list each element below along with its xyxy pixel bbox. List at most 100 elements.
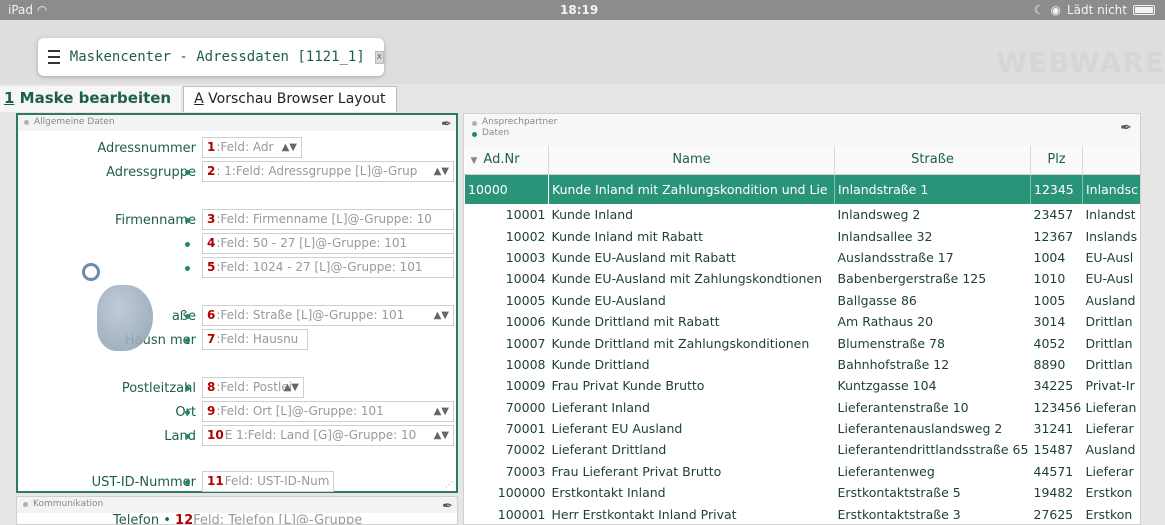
required-dot: [185, 242, 190, 247]
pin-icon[interactable]: ✒: [441, 117, 452, 132]
tab-bar: 1 Maske bearbeiten A Vorschau Browser La…: [0, 86, 399, 112]
table-row[interactable]: 10009 Frau Privat Kunde Brutto Kuntzgasse …: [465, 375, 1141, 396]
table-cell: Lieferant Drittland: [551, 442, 667, 458]
table-row[interactable]: 10006 Kunde Drittland mit Rabatt Am Rathau…: [465, 311, 1141, 332]
close-window-button[interactable]: x: [374, 50, 384, 64]
sort-triangle-icon: ▼: [470, 156, 478, 167]
table-row[interactable]: 10000 Kunde Inland mit Zahlungskondition …: [464, 173, 1140, 205]
form-row-firmenname: Firmenname 3:Feld: Firmenname [L]@-Grupp…: [18, 209, 458, 231]
moon-icon: ☾: [1033, 3, 1045, 17]
column-header-extra[interactable]: [1082, 146, 1140, 175]
section-daten[interactable]: Daten: [482, 128, 509, 138]
field-firmenname[interactable]: 3:Feld: Firmenname [L]@-Gruppe: 10: [202, 209, 454, 230]
required-dot: [185, 434, 190, 439]
table-header-row: ▼ Ad.Nr Name Straße Plz: [464, 146, 1140, 175]
table-cell: 12367: [1033, 228, 1074, 244]
form-row-adressnummer: Adressnummer 1:Feld: Adr ▲▼: [18, 137, 458, 159]
table-cell: Babenbergerstraße 125: [837, 271, 987, 287]
column-header-plz[interactable]: Plz: [1030, 146, 1083, 175]
column-header-adnr[interactable]: ▼ Ad.Nr: [464, 146, 549, 175]
required-dot: [185, 410, 190, 415]
spinner-icon[interactable]: ▲▼: [434, 402, 449, 421]
field-adressgruppe[interactable]: 2: 1:Feld: Adressgruppe [L]@-Grup ▲▼: [202, 161, 454, 182]
table-cell: Kunde Drittland: [551, 356, 650, 372]
form-row-postleitzahl: Postleitzahl 8:Feld: Postlei ▲▼: [18, 377, 458, 399]
form-row-hausnummer: Hausn mer 7:Feld: Hausnu: [18, 329, 458, 351]
panel-title: Kommunikation: [17, 497, 457, 513]
window-title: Maskencenter - Adressdaten [1121_1]: [69, 49, 365, 65]
field-ust-id-nummer[interactable]: 11Feld: UST-ID-Num: [202, 471, 334, 492]
table-cell: 10003: [505, 249, 546, 265]
tab-maske-bearbeiten[interactable]: 1 Maske bearbeiten: [0, 86, 182, 112]
table-row[interactable]: 10005 Kunde EU-Ausland Ballgasse 86 1005 Aus…: [465, 290, 1141, 311]
spinner-icon[interactable]: ▲▼: [282, 138, 297, 157]
table-cell: Lieferantendrittlandsstraße 65: [837, 442, 1029, 458]
table-row[interactable]: 70003 Frau Lieferant Privat Brutto Liefera…: [465, 461, 1141, 482]
address-table: ▼ Ad.Nr Name Straße Plz 10000 Kunde Inland…: [464, 146, 1141, 524]
tab-vorschau-browser-layout[interactable]: A Vorschau Browser Layout: [183, 86, 397, 112]
section-ansprechpartner[interactable]: Ansprechpartner: [482, 117, 557, 127]
spinner-icon[interactable]: ▲▼: [434, 306, 449, 325]
resize-grip-icon[interactable]: ⋰: [445, 480, 453, 489]
spinner-icon[interactable]: ▲▼: [434, 426, 449, 445]
touch-point-icon: [82, 263, 100, 281]
table-cell: 10006: [505, 314, 546, 330]
form-row-ust-id-nummer: UST-ID-Nummer 11Feld: UST-ID-Num: [18, 471, 458, 493]
table-cell: Inlandsweg 2: [837, 207, 921, 223]
hamburger-menu-icon[interactable]: [48, 50, 60, 64]
table-cell: Kunde Inland mit Rabatt: [551, 228, 704, 244]
field-hausnummer[interactable]: 7:Feld: Hausnu: [202, 329, 308, 350]
table-cell: 1005: [1033, 292, 1066, 308]
field-land[interactable]: 10E 1:Feld: Land [G]@-Gruppe: 10 ▲▼: [202, 425, 454, 446]
table-cell: 70001: [505, 421, 546, 437]
field-firmenname-3[interactable]: 5:Feld: 1024 - 27 [L]@-Gruppe: 101: [202, 257, 454, 278]
status-bar: iPad ◠ 18:19 ☾ ◉ Lädt nicht: [0, 0, 1165, 20]
table-row[interactable]: 70001 Lieferant EU Ausland Lieferantenausl…: [465, 418, 1141, 439]
table-row[interactable]: 10004 Kunde EU-Ausland mit Zahlungskondti…: [465, 268, 1141, 289]
table-cell: EU-Ausl: [1085, 271, 1134, 287]
spinner-icon[interactable]: ▲▼: [434, 162, 449, 181]
charging-label: Lädt nicht: [1066, 3, 1127, 17]
table-cell: 10004: [505, 271, 546, 287]
table-row[interactable]: 10007 Kunde Drittland mit Zahlungskonditi…: [465, 332, 1141, 353]
table-cell: 70002: [505, 442, 546, 458]
table-row[interactable]: 10008 Kunde Drittland Bahnhofstraße 12 8890…: [465, 354, 1141, 375]
table-row[interactable]: 10001 Kunde Inland Inlandsweg 2 23457 Inland…: [465, 204, 1141, 225]
pin-icon[interactable]: ✒: [1120, 120, 1132, 136]
table-row[interactable]: 100001 Herr Erstkontakt Inland Privat Erst…: [465, 503, 1141, 524]
table-cell: Lieferantenweg: [837, 463, 935, 479]
table-cell: Ausland: [1085, 442, 1136, 458]
form-panel-kommunikation: Kommunikation ✒ Telefon • 12Feld: Telefo…: [16, 496, 458, 525]
table-cell: 8890: [1033, 356, 1066, 372]
column-header-strasse[interactable]: Straße: [834, 146, 1031, 175]
required-dot: [185, 266, 190, 271]
required-dot: [185, 480, 190, 485]
field-adressnummer[interactable]: 1:Feld: Adr ▲▼: [202, 137, 302, 158]
table-row[interactable]: 70000 Lieferant Inland Lieferantenstraße 1…: [465, 397, 1141, 418]
field-strasse[interactable]: 6:Feld: Straße [L]@-Gruppe: 101 ▲▼: [202, 305, 454, 326]
field-firmenname-2[interactable]: 4:Feld: 50 - 27 [L]@-Gruppe: 101: [202, 233, 454, 254]
field-postleitzahl[interactable]: 8:Feld: Postlei ▲▼: [202, 377, 304, 398]
table-cell: 15487: [1033, 442, 1074, 458]
table-cell: Lieferant EU Ausland: [551, 421, 683, 437]
spinner-icon[interactable]: ▲▼: [284, 378, 299, 397]
field-ort[interactable]: 9:Feld: Ort [L]@-Gruppe: 101 ▲▼: [202, 401, 454, 422]
table-row[interactable]: 10003 Kunde EU-Ausland mit Rabatt Auslands…: [465, 247, 1141, 268]
clock: 18:19: [560, 3, 599, 17]
table-cell: Herr Erstkontakt Inland Privat: [551, 506, 737, 522]
table-cell: Am Rathaus 20: [837, 314, 934, 330]
table-row[interactable]: 10002 Kunde Inland mit Rabatt Inlandsallee…: [465, 225, 1141, 246]
table-cell: Kunde Drittland mit Rabatt: [551, 314, 720, 330]
table-cell: 10000: [464, 173, 549, 205]
table-cell: 10001: [505, 207, 546, 223]
form-row-adressgruppe: Adressgruppe 2: 1:Feld: Adressgruppe [L]…: [18, 161, 458, 183]
table-panel-header: Ansprechpartner Daten ✒: [464, 114, 1140, 146]
column-header-name[interactable]: Name: [548, 146, 835, 175]
table-row[interactable]: 100000 Erstkontakt Inland Erstkontaktstraß…: [465, 482, 1141, 503]
pin-icon[interactable]: ✒: [442, 499, 453, 514]
required-dot: [185, 338, 190, 343]
table-row[interactable]: 70002 Lieferant Drittland Lieferantendritt…: [465, 439, 1141, 460]
table-cell: 34225: [1033, 378, 1074, 394]
table-cell: 100000: [497, 485, 546, 501]
table-cell: 1010: [1033, 271, 1066, 287]
